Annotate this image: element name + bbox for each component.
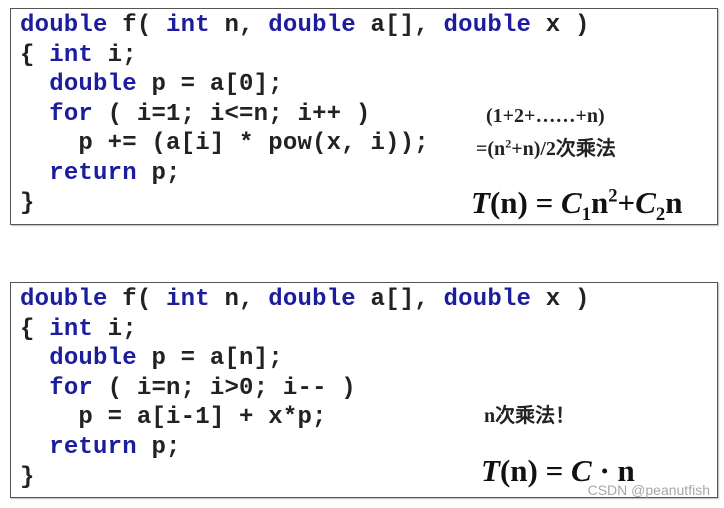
code-text: p += (a[i] * pow(x, i)); [20, 130, 429, 158]
f-C2: C [635, 185, 656, 220]
code-text: f( [107, 12, 167, 39]
complexity-formula: T(n) = C1n2+C2n [471, 185, 682, 226]
code-keyword: double [443, 12, 532, 39]
watermark: CSDN @peanutfish [587, 482, 710, 498]
code-text: } [20, 463, 35, 491]
code-text: a[], [355, 12, 444, 39]
code-keyword: for [49, 100, 94, 128]
code-text: x ) [531, 286, 590, 313]
code-keyword: double [49, 71, 137, 99]
code-text: i; [93, 315, 137, 343]
f-sup: 2 [608, 185, 618, 207]
f-sub: 2 [655, 204, 666, 226]
code-keyword: int [166, 286, 210, 313]
code-slide-horner: double f( int n, double a[], double x ){… [10, 282, 718, 498]
code-keyword: return [49, 159, 137, 187]
code-text: p; [136, 159, 181, 187]
f-part: n [590, 185, 609, 220]
code-keyword: double [268, 12, 356, 39]
code-text: p; [136, 433, 181, 461]
code-text: a[], [355, 286, 444, 313]
code-text: } [20, 189, 35, 217]
f-T: T [481, 453, 500, 488]
code-line: double p = a[n]; [20, 344, 590, 374]
code-keyword: int [49, 315, 94, 343]
code-keyword: double [20, 12, 108, 39]
code-text: ( i=1; i<=n; i++ ) [93, 100, 371, 128]
f-part: n [665, 185, 683, 220]
f-part: + [617, 185, 636, 220]
f-T: T [471, 185, 490, 220]
multiplication-count-note: (1+2+……+n) =(n2+n)/2次乘法 [476, 105, 616, 161]
note-line: (1+2+……+n) [486, 105, 605, 127]
note-line: =(n2+n)/2次乘法 [476, 132, 616, 161]
code-keyword: int [166, 12, 210, 39]
code-line: { int i; [20, 41, 590, 71]
code-text: p = a[0]; [136, 71, 283, 99]
code-text: n, [209, 286, 269, 313]
f-C1: C [561, 185, 582, 220]
f-sub: 1 [581, 204, 591, 226]
code-keyword: int [49, 41, 94, 69]
code-text: { [20, 315, 50, 343]
code-text: ( i=n; i>0; i-- ) [93, 374, 356, 402]
code-keyword: for [49, 374, 94, 402]
f-part: (n) = [499, 453, 571, 488]
code-text: n, [209, 12, 269, 39]
note-text: =(n [476, 138, 506, 160]
note-text: +n)/2次乘法 [511, 138, 616, 160]
code-text: p = a[n]; [136, 345, 283, 373]
code-text: p = a[i-1] + x*p; [20, 404, 327, 432]
code-text: { [20, 41, 50, 69]
code-keyword: return [49, 433, 137, 461]
code-line: double f( int n, double a[], double x ) [20, 285, 590, 315]
code-slide-naive: double f( int n, double a[], double x ){… [10, 8, 718, 225]
f-part: (n) = [489, 185, 561, 220]
code-line: double f( int n, double a[], double x ) [20, 11, 590, 41]
code-text: f( [107, 286, 167, 313]
code-line: double p = a[0]; [20, 70, 590, 100]
code-text: i; [93, 41, 137, 69]
code-keyword: double [443, 286, 532, 313]
code-line: { int i; [20, 315, 590, 345]
code-keyword: double [49, 345, 137, 373]
multiplication-count-note: n次乘法！ [484, 405, 576, 427]
code-text: x ) [531, 12, 590, 39]
code-keyword: double [268, 286, 356, 313]
code-keyword: double [20, 286, 108, 313]
